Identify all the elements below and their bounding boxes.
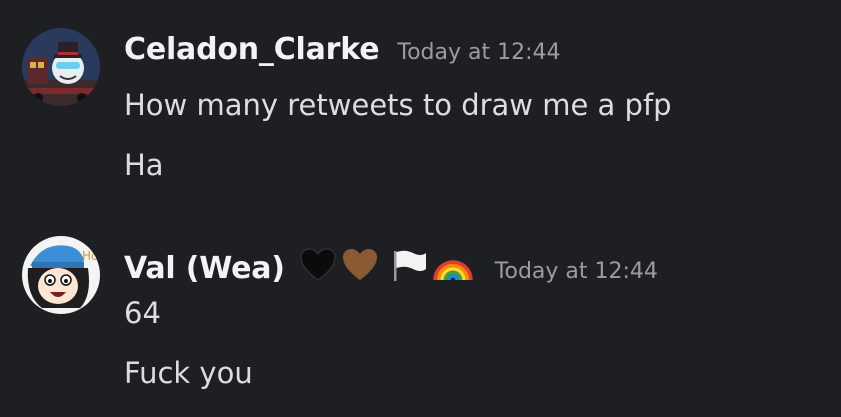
message-text: Ha: [124, 148, 164, 182]
message-header: Val (Wea) Today at 12:44: [124, 244, 658, 286]
message-text: Fuck you: [124, 356, 253, 390]
brown-heart-icon: [342, 249, 377, 280]
character-avatar-icon: Hoo: [22, 236, 100, 314]
black-heart-icon: [300, 248, 336, 281]
avatar-text: Hoo: [82, 249, 100, 263]
message-text: How many retweets to draw me a pfp: [124, 88, 672, 122]
timestamp[interactable]: Today at 12:44: [495, 259, 658, 284]
status-emojis: [299, 248, 477, 282]
username[interactable]: Celadon_Clarke: [124, 32, 380, 67]
username[interactable]: Val (Wea): [124, 251, 285, 286]
avatar[interactable]: Hoo: [22, 236, 100, 314]
timestamp[interactable]: Today at 12:44: [397, 40, 560, 65]
message-text: 64: [124, 296, 161, 330]
avatar[interactable]: [22, 28, 100, 106]
message-header: Celadon_Clarke Today at 12:44: [124, 32, 561, 67]
train-avatar-icon: [22, 28, 100, 106]
white-flag-icon: [393, 250, 426, 281]
rainbow-icon: [433, 260, 473, 281]
